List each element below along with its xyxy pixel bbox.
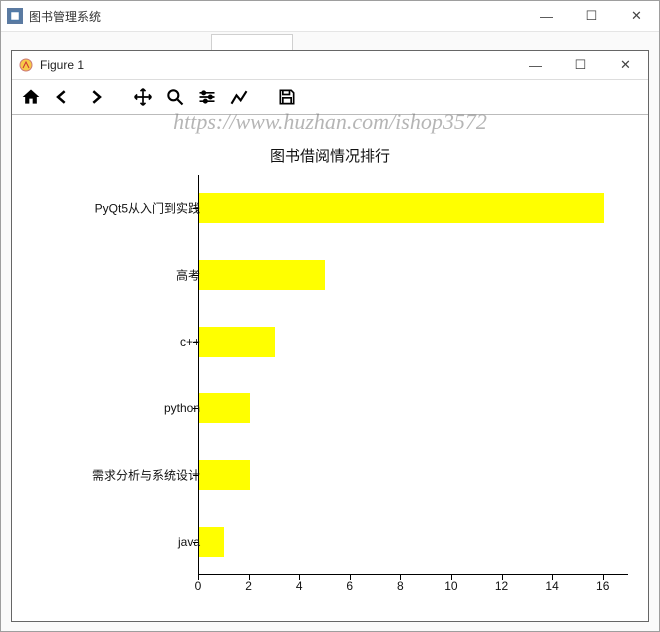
x-tick-label: 16 <box>596 579 609 593</box>
save-icon[interactable] <box>276 86 298 108</box>
matplotlib-toolbar <box>12 80 648 115</box>
back-icon[interactable] <box>52 86 74 108</box>
figure-titlebar: Figure 1 — ☐ ✕ <box>12 51 648 80</box>
x-tick-label: 12 <box>495 579 508 593</box>
y-tick-label: java <box>20 535 200 549</box>
x-tick-label: 8 <box>397 579 404 593</box>
main-maximize-button[interactable]: ☐ <box>569 1 614 31</box>
y-tick-label: python <box>20 401 200 415</box>
x-tick-label: 2 <box>245 579 252 593</box>
x-tick-label: 6 <box>346 579 353 593</box>
y-tick-mark <box>193 408 198 409</box>
y-tick-mark <box>193 475 198 476</box>
x-tick-label: 10 <box>444 579 457 593</box>
bar <box>199 193 604 223</box>
main-minimize-button[interactable]: — <box>524 1 569 31</box>
y-tick-label: 高考 <box>20 267 200 284</box>
main-body: Figure 1 — ☐ ✕ <box>1 32 659 631</box>
main-titlebar: 图书管理系统 — ☐ ✕ <box>1 1 659 32</box>
home-icon[interactable] <box>20 86 42 108</box>
y-tick-label: PyQt5从入门到实践 <box>20 200 200 217</box>
figure-window-title: Figure 1 <box>40 58 84 72</box>
figure-minimize-button[interactable]: — <box>513 51 558 79</box>
main-window: 图书管理系统 — ☐ ✕ Figure 1 — ☐ ✕ <box>0 0 660 632</box>
y-tick-mark <box>193 275 198 276</box>
y-tick-label: 需求分析与系统设计 <box>20 467 200 484</box>
main-close-button[interactable]: ✕ <box>614 1 659 31</box>
bar <box>199 393 250 423</box>
plot-area: https://www.huzhan.com/ishop3572 图书借阅情况排… <box>12 115 648 621</box>
y-tick-mark <box>193 342 198 343</box>
axes-edit-icon[interactable] <box>228 86 250 108</box>
x-tick-label: 4 <box>296 579 303 593</box>
chart-axes <box>198 175 628 575</box>
bar <box>199 460 250 490</box>
figure-icon <box>18 57 34 73</box>
forward-icon[interactable] <box>84 86 106 108</box>
y-tick-mark <box>193 542 198 543</box>
pan-icon[interactable] <box>132 86 154 108</box>
chart-title: 图书借阅情况排行 <box>12 145 648 166</box>
y-tick-label: c++ <box>20 335 200 349</box>
bar <box>199 260 325 290</box>
bar <box>199 327 275 357</box>
main-window-title: 图书管理系统 <box>29 8 101 25</box>
zoom-icon[interactable] <box>164 86 186 108</box>
subplots-icon[interactable] <box>196 86 218 108</box>
x-tick-label: 0 <box>195 579 202 593</box>
y-tick-mark <box>193 208 198 209</box>
figure-close-button[interactable]: ✕ <box>603 51 648 79</box>
bar <box>199 527 224 557</box>
x-tick-label: 14 <box>545 579 558 593</box>
figure-window: Figure 1 — ☐ ✕ <box>11 50 649 622</box>
figure-maximize-button[interactable]: ☐ <box>558 51 603 79</box>
app-icon <box>7 8 23 24</box>
